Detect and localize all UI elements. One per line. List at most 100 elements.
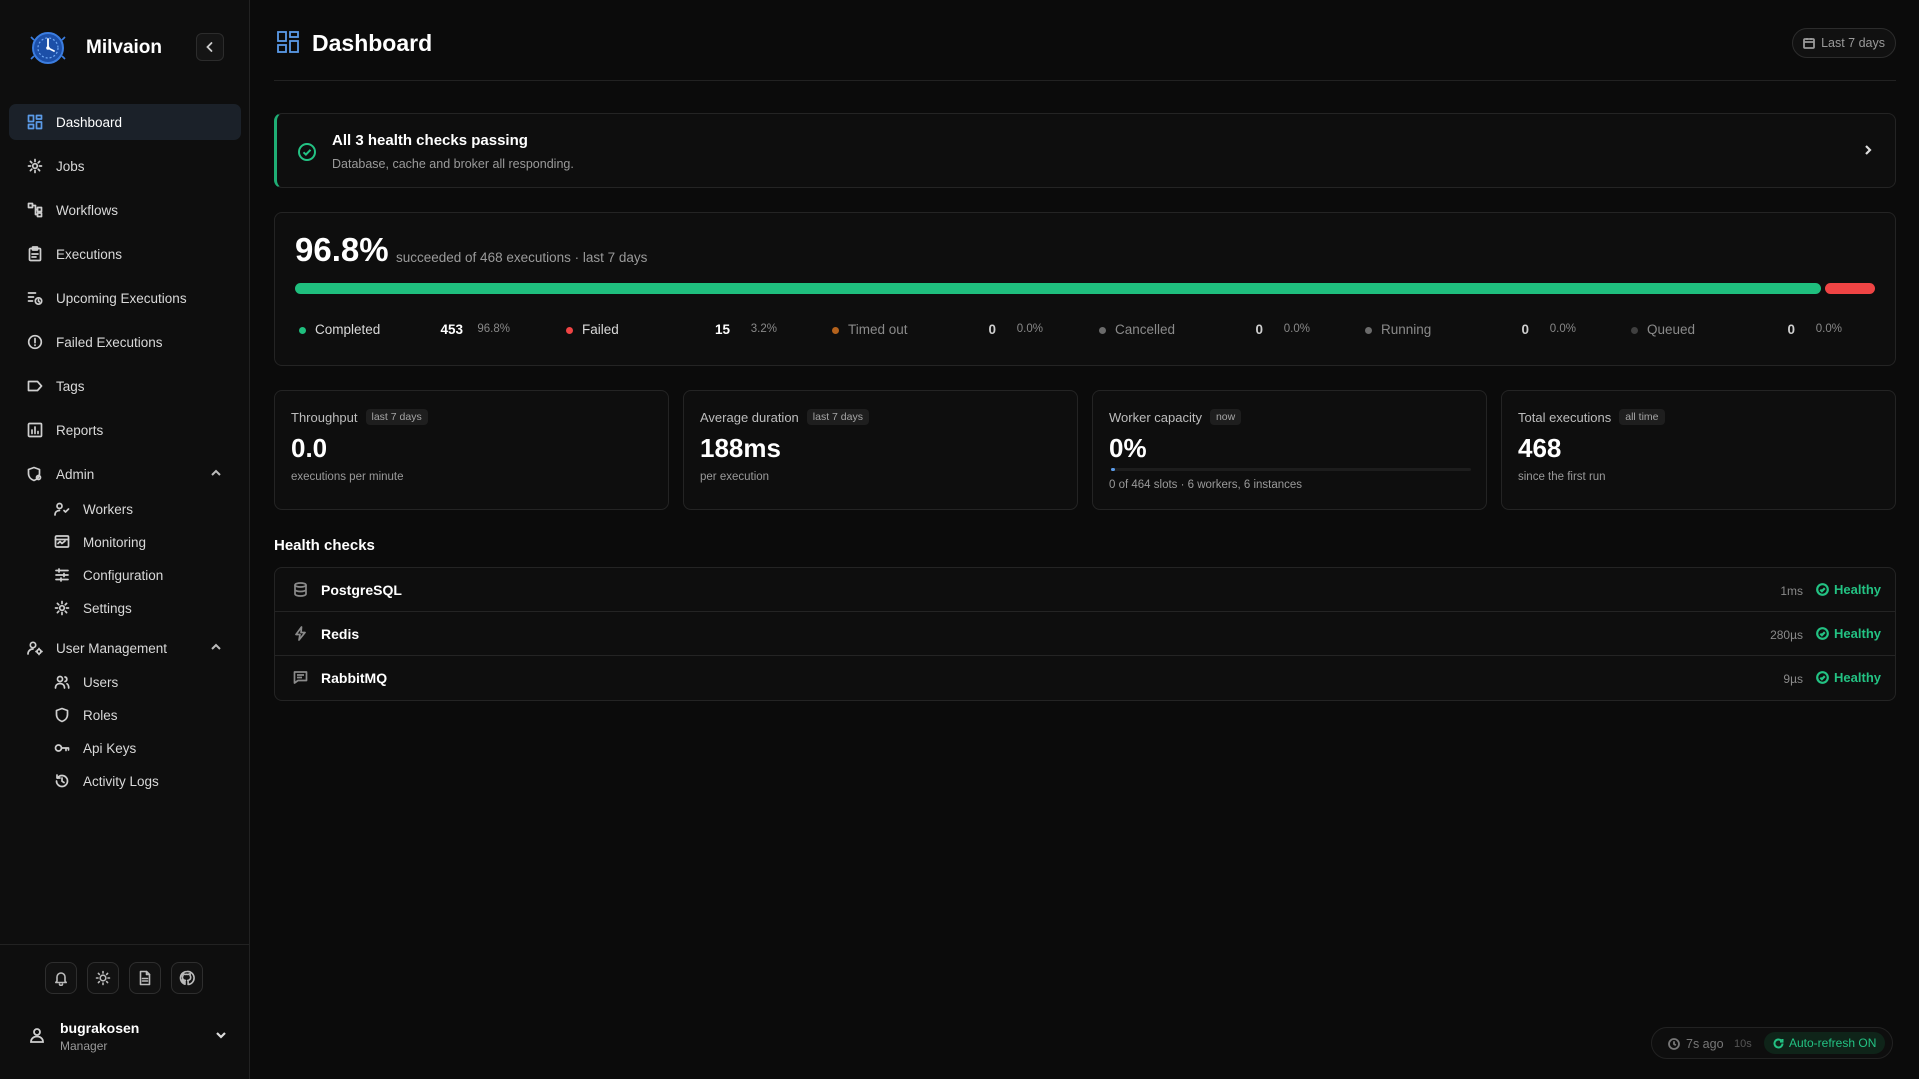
user-avatar-icon bbox=[28, 1026, 46, 1047]
metric-title: Average duration bbox=[700, 409, 799, 425]
stat-percent: 0.0% bbox=[1283, 323, 1310, 335]
sidebar-item-users[interactable]: Users bbox=[36, 667, 236, 697]
tag-icon bbox=[26, 377, 44, 395]
calendar-icon bbox=[1803, 38, 1815, 49]
status-dot bbox=[566, 327, 573, 334]
health-check-row[interactable]: Redis 280µs Healthy bbox=[275, 612, 1895, 656]
metric-worker-capacity: Worker capacity now 0% 0 of 464 slots · … bbox=[1092, 390, 1487, 510]
sidebar-item-label: Api Keys bbox=[83, 740, 137, 756]
auto-refresh-toggle[interactable]: Auto-refresh ON bbox=[1764, 1032, 1886, 1054]
sidebar-item-tags[interactable]: Tags bbox=[9, 368, 241, 404]
stat-count: 0 bbox=[988, 322, 996, 337]
status-dot bbox=[1365, 327, 1372, 334]
health-check-name: Redis bbox=[321, 626, 360, 642]
health-status-banner[interactable]: All 3 health checks passing Database, ca… bbox=[274, 113, 1896, 188]
status-dot bbox=[832, 327, 839, 334]
sidebar-item-jobs[interactable]: Jobs bbox=[9, 148, 241, 184]
sidebar-group-admin[interactable]: Admin bbox=[9, 456, 241, 492]
admin-shield-icon bbox=[26, 465, 44, 483]
chevron-left-icon bbox=[206, 42, 213, 52]
metric-tag: last 7 days bbox=[806, 409, 869, 425]
sidebar-item-upcoming-executions[interactable]: Upcoming Executions bbox=[9, 280, 241, 316]
stat-percent: 0.0% bbox=[1815, 323, 1842, 335]
docs-button[interactable] bbox=[129, 962, 161, 994]
sidebar-item-settings[interactable]: Settings bbox=[36, 593, 236, 623]
success-rate-card: 96.8% succeeded of 468 executions · last… bbox=[274, 212, 1896, 366]
theme-toggle-button[interactable] bbox=[87, 962, 119, 994]
sliders-icon bbox=[53, 566, 71, 584]
metric-throughput: Throughput last 7 days 0.0 executions pe… bbox=[274, 390, 669, 510]
health-checks-table: PostgreSQL 1ms Healthy Redis 280µs Healt… bbox=[274, 567, 1896, 701]
github-icon bbox=[179, 970, 195, 986]
stat-count: 15 bbox=[714, 322, 730, 337]
metric-total-executions: Total executions all time 468 since the … bbox=[1501, 390, 1896, 510]
bar-chart-icon bbox=[26, 421, 44, 439]
sidebar-item-roles[interactable]: Roles bbox=[36, 700, 236, 730]
notifications-button[interactable] bbox=[45, 962, 77, 994]
metric-value: 468 bbox=[1518, 433, 1562, 463]
sidebar-item-label: Failed Executions bbox=[56, 334, 163, 350]
stat-percent: 0.0% bbox=[1016, 323, 1043, 335]
health-check-row[interactable]: PostgreSQL 1ms Healthy bbox=[275, 568, 1895, 612]
dashboard-icon bbox=[276, 30, 300, 54]
check-circle-icon bbox=[1816, 627, 1829, 640]
metric-subtitle: since the first run bbox=[1518, 471, 1606, 483]
database-icon bbox=[293, 582, 308, 597]
check-circle-icon bbox=[1816, 671, 1829, 684]
sidebar-item-api-keys[interactable]: Api Keys bbox=[36, 733, 236, 763]
sidebar-item-label: Activity Logs bbox=[83, 773, 159, 789]
date-range-button[interactable]: Last 7 days bbox=[1792, 28, 1896, 58]
stat-label: Completed bbox=[315, 322, 381, 337]
health-check-status: Healthy bbox=[1816, 670, 1881, 685]
sidebar-item-label: Executions bbox=[56, 246, 123, 262]
sidebar-item-workers[interactable]: Workers bbox=[36, 494, 236, 524]
sidebar-item-label: Workflows bbox=[56, 202, 119, 218]
sidebar-item-label: Upcoming Executions bbox=[56, 290, 187, 306]
sidebar-item-configuration[interactable]: Configuration bbox=[36, 560, 236, 590]
sidebar-item-activity-logs[interactable]: Activity Logs bbox=[36, 766, 236, 796]
sidebar-item-executions[interactable]: Executions bbox=[9, 236, 241, 272]
success-rate-value: 96.8% bbox=[295, 231, 389, 268]
stat-percent: 96.8% bbox=[477, 323, 510, 335]
github-button[interactable] bbox=[171, 962, 203, 994]
refresh-interval[interactable]: 10s bbox=[1734, 1038, 1752, 1050]
sidebar-item-label: Tags bbox=[56, 378, 85, 394]
sidebar-item-failed-executions[interactable]: Failed Executions bbox=[9, 324, 241, 360]
sidebar-item-monitoring[interactable]: Monitoring bbox=[36, 527, 236, 557]
stat-running: Running 0 0.0% bbox=[1361, 321, 1621, 341]
gear-icon bbox=[53, 599, 71, 617]
user-name: bugrakosen bbox=[60, 1019, 140, 1036]
sidebar-item-dashboard[interactable]: Dashboard bbox=[9, 104, 241, 140]
sidebar-item-workflows[interactable]: Workflows bbox=[9, 192, 241, 228]
stat-label: Cancelled bbox=[1115, 322, 1176, 337]
user-management-icon bbox=[26, 639, 44, 657]
sidebar-item-label: Jobs bbox=[56, 158, 85, 174]
stat-count: 453 bbox=[440, 322, 463, 337]
sun-icon bbox=[95, 970, 111, 986]
metric-title: Throughput bbox=[291, 409, 358, 425]
health-check-row[interactable]: RabbitMQ 9µs Healthy bbox=[275, 656, 1895, 700]
stat-label: Timed out bbox=[848, 322, 908, 337]
status-breakdown: Completed 453 96.8% Failed 15 3.2% Timed… bbox=[295, 321, 1875, 341]
collapse-sidebar-button[interactable] bbox=[196, 33, 224, 61]
user-role: Manager bbox=[60, 1038, 108, 1053]
stat-queued: Queued 0 0.0% bbox=[1627, 321, 1887, 341]
bolt-icon bbox=[293, 626, 308, 641]
check-circle-icon bbox=[1816, 583, 1829, 596]
health-check-latency: 280µs bbox=[1770, 628, 1803, 642]
stat-completed: Completed 453 96.8% bbox=[295, 321, 555, 341]
health-status-label: Healthy bbox=[1834, 582, 1881, 597]
metric-subtitle: per execution bbox=[700, 471, 770, 483]
health-check-latency: 1ms bbox=[1780, 584, 1803, 598]
sidebar-item-label: Roles bbox=[83, 707, 118, 723]
brand-name: Milvaion bbox=[86, 37, 163, 58]
sidebar-group-user-management[interactable]: User Management bbox=[9, 630, 241, 666]
sidebar-item-reports[interactable]: Reports bbox=[9, 412, 241, 448]
auto-refresh-label: Auto-refresh ON bbox=[1789, 1036, 1877, 1050]
sidebar-item-label: Reports bbox=[56, 422, 104, 438]
sidebar: Milvaion Dashboard Jobs Workflows Execut… bbox=[0, 0, 250, 1079]
metric-subtitle: executions per minute bbox=[291, 471, 404, 483]
alert-circle-icon bbox=[26, 333, 44, 351]
brand[interactable]: Milvaion bbox=[28, 28, 162, 68]
user-menu[interactable]: bugrakosen Manager bbox=[28, 1016, 228, 1056]
